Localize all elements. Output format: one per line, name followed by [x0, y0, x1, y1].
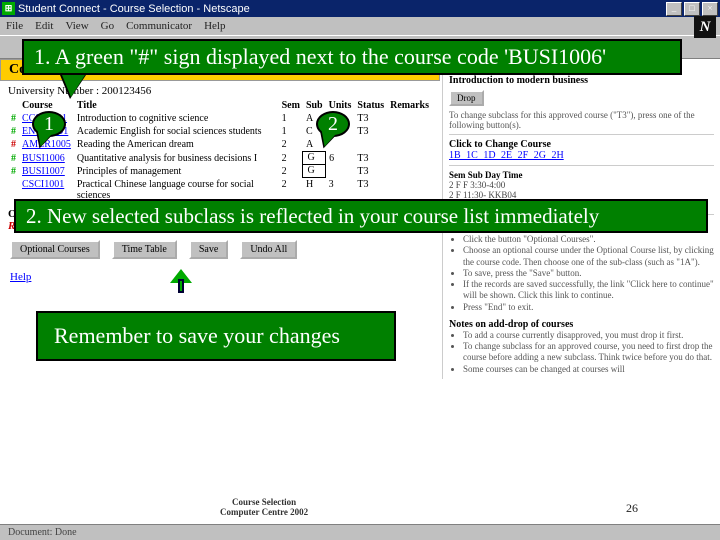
course-code-link[interactable]: BUSI1007: [22, 166, 65, 177]
menu-go[interactable]: Go: [101, 20, 114, 32]
menubar: File Edit View Go Communicator Help N: [0, 17, 720, 35]
hash-indicator: [8, 178, 19, 202]
schedule-header: Sem Sub Day Time: [449, 170, 714, 180]
hash-indicator: #: [8, 138, 19, 152]
notes-list: To add a course currently disapproved, y…: [449, 330, 714, 375]
drop-button[interactable]: Drop: [449, 90, 484, 106]
table-row: #CCST1001Introduction to cognitive scien…: [8, 112, 432, 125]
arrow-to-save-icon: [170, 269, 192, 297]
list-item: If the records are saved successfully, t…: [463, 279, 714, 302]
col-title: Title: [74, 99, 279, 112]
list-item: Click the button "Optional Courses".: [463, 234, 714, 245]
list-item: To change subclass for an approved cours…: [463, 341, 714, 364]
callout-1: 1. A green "#" sign displayed next to th…: [22, 39, 682, 75]
table-row: CSCI1001 Practical Chinese language cours…: [8, 178, 432, 202]
minimize-button[interactable]: _: [666, 2, 682, 16]
bubble-2: 2: [316, 111, 350, 137]
menu-edit[interactable]: Edit: [35, 20, 53, 32]
col-remarks: Remarks: [387, 99, 432, 112]
course-title: Quantitative analysis for business decis…: [74, 152, 279, 165]
bubble-1: 1: [32, 111, 66, 137]
col-sem: Sem: [279, 99, 303, 112]
help-link[interactable]: Help: [0, 267, 440, 287]
status-bar: Document: Done: [0, 524, 720, 540]
course-code-link[interactable]: CSCI1001: [22, 179, 64, 190]
timetable-button[interactable]: Time Table: [112, 240, 177, 259]
list-item: To save, press the "Save" button.: [463, 268, 714, 279]
close-button[interactable]: ×: [702, 2, 718, 16]
window-titlebar: ⊞ Student Connect - Course Selection - N…: [0, 0, 720, 17]
undo-all-button[interactable]: Undo All: [240, 240, 297, 259]
course-title: Introduction to cognitive science: [74, 112, 279, 125]
window-title: Student Connect - Course Selection - Net…: [18, 3, 666, 15]
hash-indicator: #: [8, 165, 19, 178]
footer-credit: Course Selection Computer Centre 2002: [220, 498, 308, 518]
course-title: Reading the American dream: [74, 138, 279, 152]
netscape-badge: N: [694, 16, 716, 38]
table-row: #AMER1005Reading the American dream2A: [8, 138, 432, 152]
subclass-links[interactable]: 1B 1C 1D 2E 2F 2G 2H: [449, 150, 714, 161]
list-item: Press "End" to exit.: [463, 302, 714, 313]
table-header-row: Course Title Sem Sub Units Status Remark…: [8, 99, 432, 112]
drop-note: To change subclass for this approved cou…: [449, 110, 714, 130]
course-code-link[interactable]: BUSI1006: [22, 153, 65, 164]
hash-indicator: #: [8, 125, 19, 138]
list-item: To add a course currently disapproved, y…: [463, 330, 714, 341]
callout-3: Remember to save your changes: [36, 311, 396, 361]
list-item: Choose an optional course under the Opti…: [463, 245, 714, 268]
menu-file[interactable]: File: [6, 20, 23, 32]
notes-header: Notes on add-drop of courses: [449, 319, 714, 330]
menu-communicator[interactable]: Communicator: [126, 20, 192, 32]
detail-course-title: Introduction to modern business: [449, 75, 714, 86]
menu-help[interactable]: Help: [204, 20, 225, 32]
col-status: Status: [354, 99, 387, 112]
optional-courses-button[interactable]: Optional Courses: [10, 240, 100, 259]
table-row: #ENGL1101Academic English for social sci…: [8, 125, 432, 138]
hash-indicator: #: [8, 112, 19, 125]
steps-list: Click the button "Optional Courses".Choo…: [449, 234, 714, 313]
table-row: #BUSI1006 Quantitative analysis for busin…: [8, 152, 432, 165]
table-row: #BUSI1007Principles of management2GT3: [8, 165, 432, 178]
menu-view[interactable]: View: [65, 20, 88, 32]
course-title: Principles of management: [74, 165, 279, 178]
schedule-row: 2 F F 3:30-4:00: [449, 180, 714, 190]
callout-2: 2. New selected subclass is reflected in…: [14, 199, 708, 233]
click-change-label: Click to Change Course: [449, 139, 714, 150]
course-title: Practical Chinese language course for so…: [74, 178, 279, 202]
slide-number: 26: [626, 501, 638, 516]
maximize-button[interactable]: □: [684, 2, 700, 16]
hash-indicator: #: [8, 152, 19, 165]
action-bar: Optional Courses Time Table Save Undo Al…: [0, 232, 440, 267]
course-table: Course Title Sem Sub Units Status Remark…: [8, 99, 432, 202]
save-button[interactable]: Save: [189, 240, 228, 259]
course-title: Academic English for social sciences stu…: [74, 125, 279, 138]
list-item: Some courses can be changed at courses w…: [463, 364, 714, 375]
app-icon: ⊞: [2, 2, 15, 15]
